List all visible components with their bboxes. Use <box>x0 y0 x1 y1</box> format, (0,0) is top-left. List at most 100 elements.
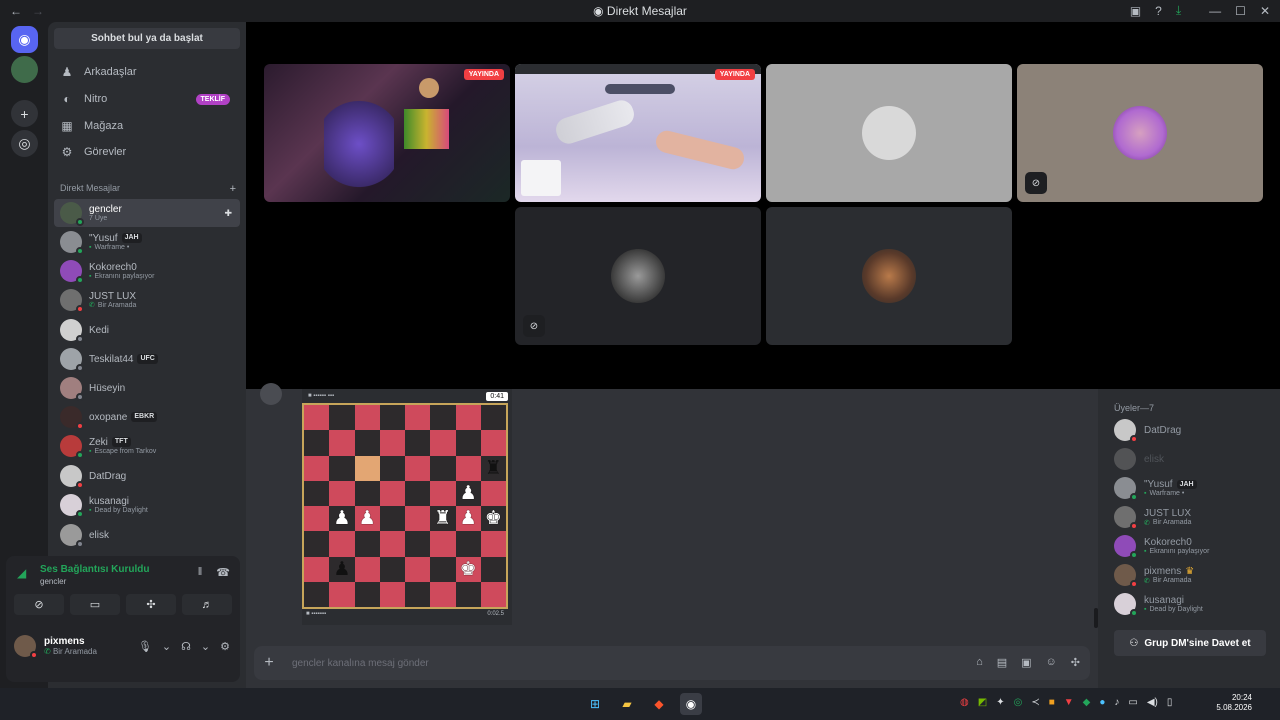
voice-channel[interactable]: gencler <box>40 577 66 586</box>
dm-item-teskilat44[interactable]: Teskilat44 UFC <box>54 345 240 373</box>
inbox-icon[interactable]: ▣ <box>1130 4 1141 18</box>
nav-quests[interactable]: ⚙ Görevler <box>54 140 240 164</box>
headphones-icon[interactable]: ☊ <box>181 640 191 653</box>
activities-button[interactable]: ✣ <box>126 594 176 615</box>
username[interactable]: pixmens <box>44 636 97 647</box>
message-input[interactable] <box>292 657 932 669</box>
member-item[interactable]: JUST LUX ✆ Bir Aramada <box>1114 504 1274 530</box>
sticker-icon[interactable]: ▣ <box>1021 656 1031 669</box>
attach-plus-icon[interactable]: + <box>254 654 284 672</box>
nav-shop[interactable]: ▦ Mağaza <box>54 114 240 138</box>
chevron-down-icon[interactable]: ⌄ <box>162 640 171 653</box>
emoji-icon[interactable]: ☺ <box>1046 656 1057 669</box>
settings-gear-icon[interactable]: ⚙ <box>220 640 230 653</box>
dm-item-datdrag[interactable]: DatDrag <box>54 462 240 490</box>
tray-app-icon[interactable]: ◆ <box>1083 697 1091 708</box>
minimize-button[interactable]: — <box>1209 4 1221 18</box>
disconnect-icon[interactable]: ☎ <box>216 566 230 579</box>
pin-icon[interactable]: ✚ <box>224 208 232 219</box>
dm-name: JUST LUX <box>89 290 137 302</box>
add-server-icon[interactable]: + <box>11 100 38 127</box>
dm-item-yusuf[interactable]: "Yusuf JAH ▪ Warframe • <box>54 228 240 256</box>
help-icon[interactable]: ? <box>1155 4 1162 18</box>
participant-tile-4[interactable]: ⊘ <box>1017 64 1263 202</box>
download-icon[interactable]: ⤓ <box>1176 3 1181 18</box>
stream-tile-1[interactable]: YAYINDA <box>264 64 510 202</box>
apps-icon[interactable]: ✣ <box>1071 656 1080 669</box>
dm-item-kedi[interactable]: Kedi <box>54 316 240 344</box>
tray-app-icon[interactable]: ≺ <box>1031 697 1039 708</box>
close-button[interactable]: ✕ <box>1260 4 1270 18</box>
nav-label: Nitro <box>84 93 108 105</box>
dm-item-kusanagi[interactable]: kusanagi ▪ Dead by Daylight <box>54 491 240 519</box>
system-clock[interactable]: 20:24 5.08.2026 <box>1216 693 1252 714</box>
server-avatar[interactable] <box>11 56 38 83</box>
antivirus-icon[interactable]: ▼ <box>1064 697 1074 708</box>
dm-subtitle: 7 Üye <box>89 214 108 222</box>
dm-item-kokorech0[interactable]: Kokorech0 ▪ Ekranını paylaşıyor <box>54 257 240 285</box>
soundboard-button[interactable]: ♬ <box>182 594 232 615</box>
steam-icon[interactable]: ● <box>1099 697 1105 708</box>
discord-app-icon[interactable]: ◉ <box>680 693 702 715</box>
dm-item-zeki[interactable]: Zeki TFT ▪ Escape from Tarkov <box>54 432 240 460</box>
chess-square: ♟ <box>329 506 355 532</box>
file-explorer-icon[interactable]: ▰ <box>616 693 638 715</box>
invite-to-group-dm-button[interactable]: ⚇ Grup DM'sine Davet et <box>1114 630 1266 656</box>
gift-icon[interactable]: ⌂ <box>976 656 983 669</box>
dm-item-gencler[interactable]: gencler 7 Üye ✚ <box>54 199 240 227</box>
nav-friends[interactable]: ♟ Arkadaşlar <box>54 60 240 84</box>
clan-tag: EBKR <box>131 412 158 422</box>
camera-off-button[interactable]: ⊘ <box>14 594 64 615</box>
noise-suppression-icon[interactable]: ‖ <box>198 566 203 579</box>
nav-nitro[interactable]: ◐ Nitro TEKLİF <box>54 87 240 111</box>
chess-square <box>430 455 456 481</box>
dm-item-huseyin[interactable]: Hüseyin <box>54 374 240 402</box>
member-item[interactable]: Kokorech0 ▪ Ekranını paylaşıyor <box>1114 533 1274 559</box>
microphone-icon[interactable]: ♪ <box>1114 697 1119 708</box>
nvidia-icon[interactable]: ◩ <box>978 697 987 708</box>
dm-item-just-lux[interactable]: JUST LUX ✆ Bir Aramada <box>54 286 240 314</box>
brave-browser-icon[interactable]: ◆ <box>648 693 670 715</box>
maximize-button[interactable]: ☐ <box>1235 4 1246 18</box>
xbox-icon[interactable]: ◎ <box>1014 697 1023 708</box>
member-item[interactable]: elisk <box>1114 446 1274 472</box>
microphone-icon[interactable]: 🎙 <box>138 640 152 653</box>
voice-status[interactable]: Ses Bağlantısı Kuruldu <box>40 564 149 575</box>
member-item[interactable]: pixmens ♛ ✆ Bir Aramada <box>1114 562 1274 588</box>
tray-app-icon[interactable]: ◍ <box>960 697 969 708</box>
back-arrow-icon[interactable]: ← <box>10 4 22 18</box>
participant-tile-6[interactable] <box>766 207 1012 345</box>
message-avatar[interactable] <box>260 383 282 405</box>
screen-share-button[interactable]: ▭ <box>70 594 120 615</box>
dm-subtitle: Bir Aramada <box>97 301 137 309</box>
tray-app-icon[interactable]: ✦ <box>996 697 1004 708</box>
clock-time: 20:24 <box>1231 693 1252 702</box>
member-item[interactable]: kusanagi ▪ Dead by Daylight <box>1114 591 1274 617</box>
signal-icon[interactable]: ◢ <box>17 566 26 580</box>
forward-arrow-icon[interactable]: → <box>32 4 44 18</box>
dm-home-button[interactable]: ◉ <box>11 26 38 53</box>
stream-tile-2[interactable]: YAYINDA <box>515 64 761 202</box>
tray-app-icon[interactable]: ■ <box>1049 697 1055 708</box>
participant-tile-5[interactable]: ⊘ <box>515 207 761 345</box>
member-item[interactable]: "Yusuf JAH ▪ Warframe • <box>1114 475 1274 501</box>
dm-item-elisk[interactable]: elisk <box>54 521 240 549</box>
chevron-down-icon[interactable]: ⌄ <box>201 640 210 653</box>
create-dm-icon[interactable]: + <box>230 183 236 195</box>
discover-icon[interactable]: ◎ <box>11 130 38 157</box>
find-conversation-button[interactable]: Sohbet bul ya da başlat <box>54 28 240 49</box>
battery-icon[interactable]: ▯ <box>1167 697 1173 708</box>
start-menu-icon[interactable]: ⊞ <box>584 693 606 715</box>
status-dot <box>1130 580 1138 588</box>
display-icon[interactable]: ▭ <box>1128 697 1137 708</box>
avatar <box>60 260 84 284</box>
gif-icon[interactable]: ▤ <box>997 656 1007 669</box>
volume-icon[interactable]: ◀) <box>1147 697 1158 708</box>
dm-item-oxopane[interactable]: oxopane EBKR <box>54 403 240 431</box>
user-avatar[interactable] <box>14 635 38 659</box>
status-dot <box>1130 435 1138 443</box>
chess-square <box>430 531 456 557</box>
participant-tile-3[interactable] <box>766 64 1012 202</box>
member-item[interactable]: DatDrag <box>1114 417 1274 443</box>
chess-image[interactable]: ■ ▪▪▪▪▪▪ ▪▪▪ 0:41 ♜ ♟ ♟ ♟ ♜ ♟ ♚ ♟ ♚ ■ ▪▪▪▪▪▪▪ 0:… <box>302 389 512 625</box>
